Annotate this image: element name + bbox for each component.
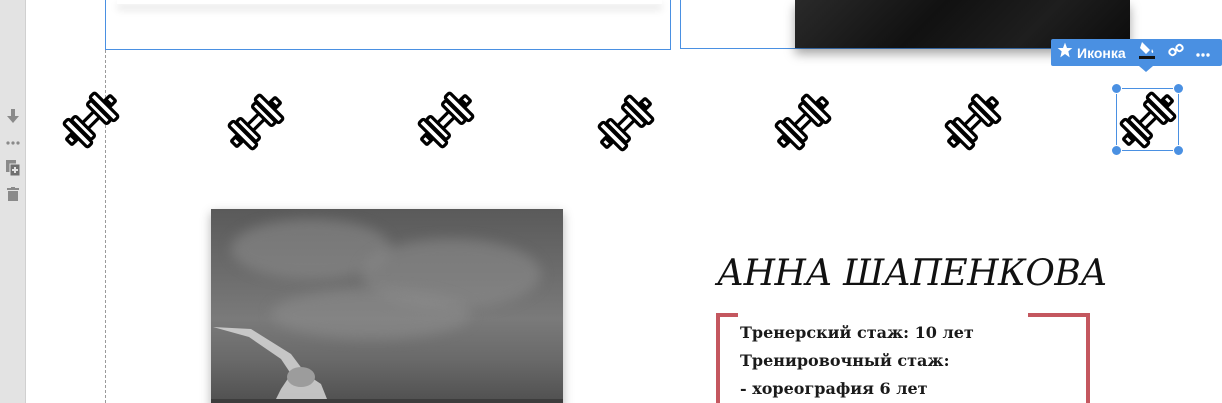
resize-handle[interactable] xyxy=(1111,145,1122,156)
selection-frame xyxy=(1116,88,1179,151)
resize-handle[interactable] xyxy=(1111,83,1122,94)
content-block-left[interactable] xyxy=(105,0,671,50)
fill-color-icon xyxy=(1138,40,1156,65)
more-dots-icon[interactable] xyxy=(5,135,21,151)
dumbbell-icon[interactable] xyxy=(939,88,1007,156)
more-button[interactable] xyxy=(1190,39,1216,66)
resize-handle[interactable] xyxy=(1173,83,1184,94)
delete-icon[interactable] xyxy=(5,186,21,202)
dumbbell-icon[interactable] xyxy=(412,86,480,154)
link-button[interactable] xyxy=(1162,39,1190,66)
icon-picker-button[interactable]: Иконка xyxy=(1051,39,1132,66)
dumbbell-icon[interactable] xyxy=(592,89,660,157)
editor-left-rail xyxy=(0,0,26,403)
dumbbell-icon[interactable] xyxy=(222,88,290,156)
icon-toolbar: Иконка xyxy=(1051,39,1222,72)
toolbar-label: Иконка xyxy=(1077,44,1126,61)
resize-handle[interactable] xyxy=(1173,145,1184,156)
coach-info-line: Тренировочный стаж: xyxy=(740,351,950,370)
coach-name: АННА ШАПЕНКОВА xyxy=(716,253,1108,294)
duplicate-icon[interactable] xyxy=(5,160,21,176)
link-icon xyxy=(1167,42,1184,63)
star-icon xyxy=(1057,42,1073,63)
frame-top-right xyxy=(1028,313,1090,317)
coach-info-line: - хореография 6 лет xyxy=(740,379,928,398)
move-down-icon[interactable] xyxy=(5,108,21,124)
coach-photo xyxy=(211,209,563,403)
coach-info: Тренерский стаж: 10 лет Тренировочный ст… xyxy=(740,319,1080,403)
frame-top-left xyxy=(716,313,738,317)
fill-color-button[interactable] xyxy=(1132,39,1162,66)
dumbbell-icon[interactable] xyxy=(57,86,125,154)
dumbbell-icon[interactable] xyxy=(769,88,837,156)
more-icon xyxy=(1195,44,1210,62)
coach-info-line: Тренерский стаж: 10 лет xyxy=(740,323,974,342)
content-card xyxy=(117,0,662,4)
